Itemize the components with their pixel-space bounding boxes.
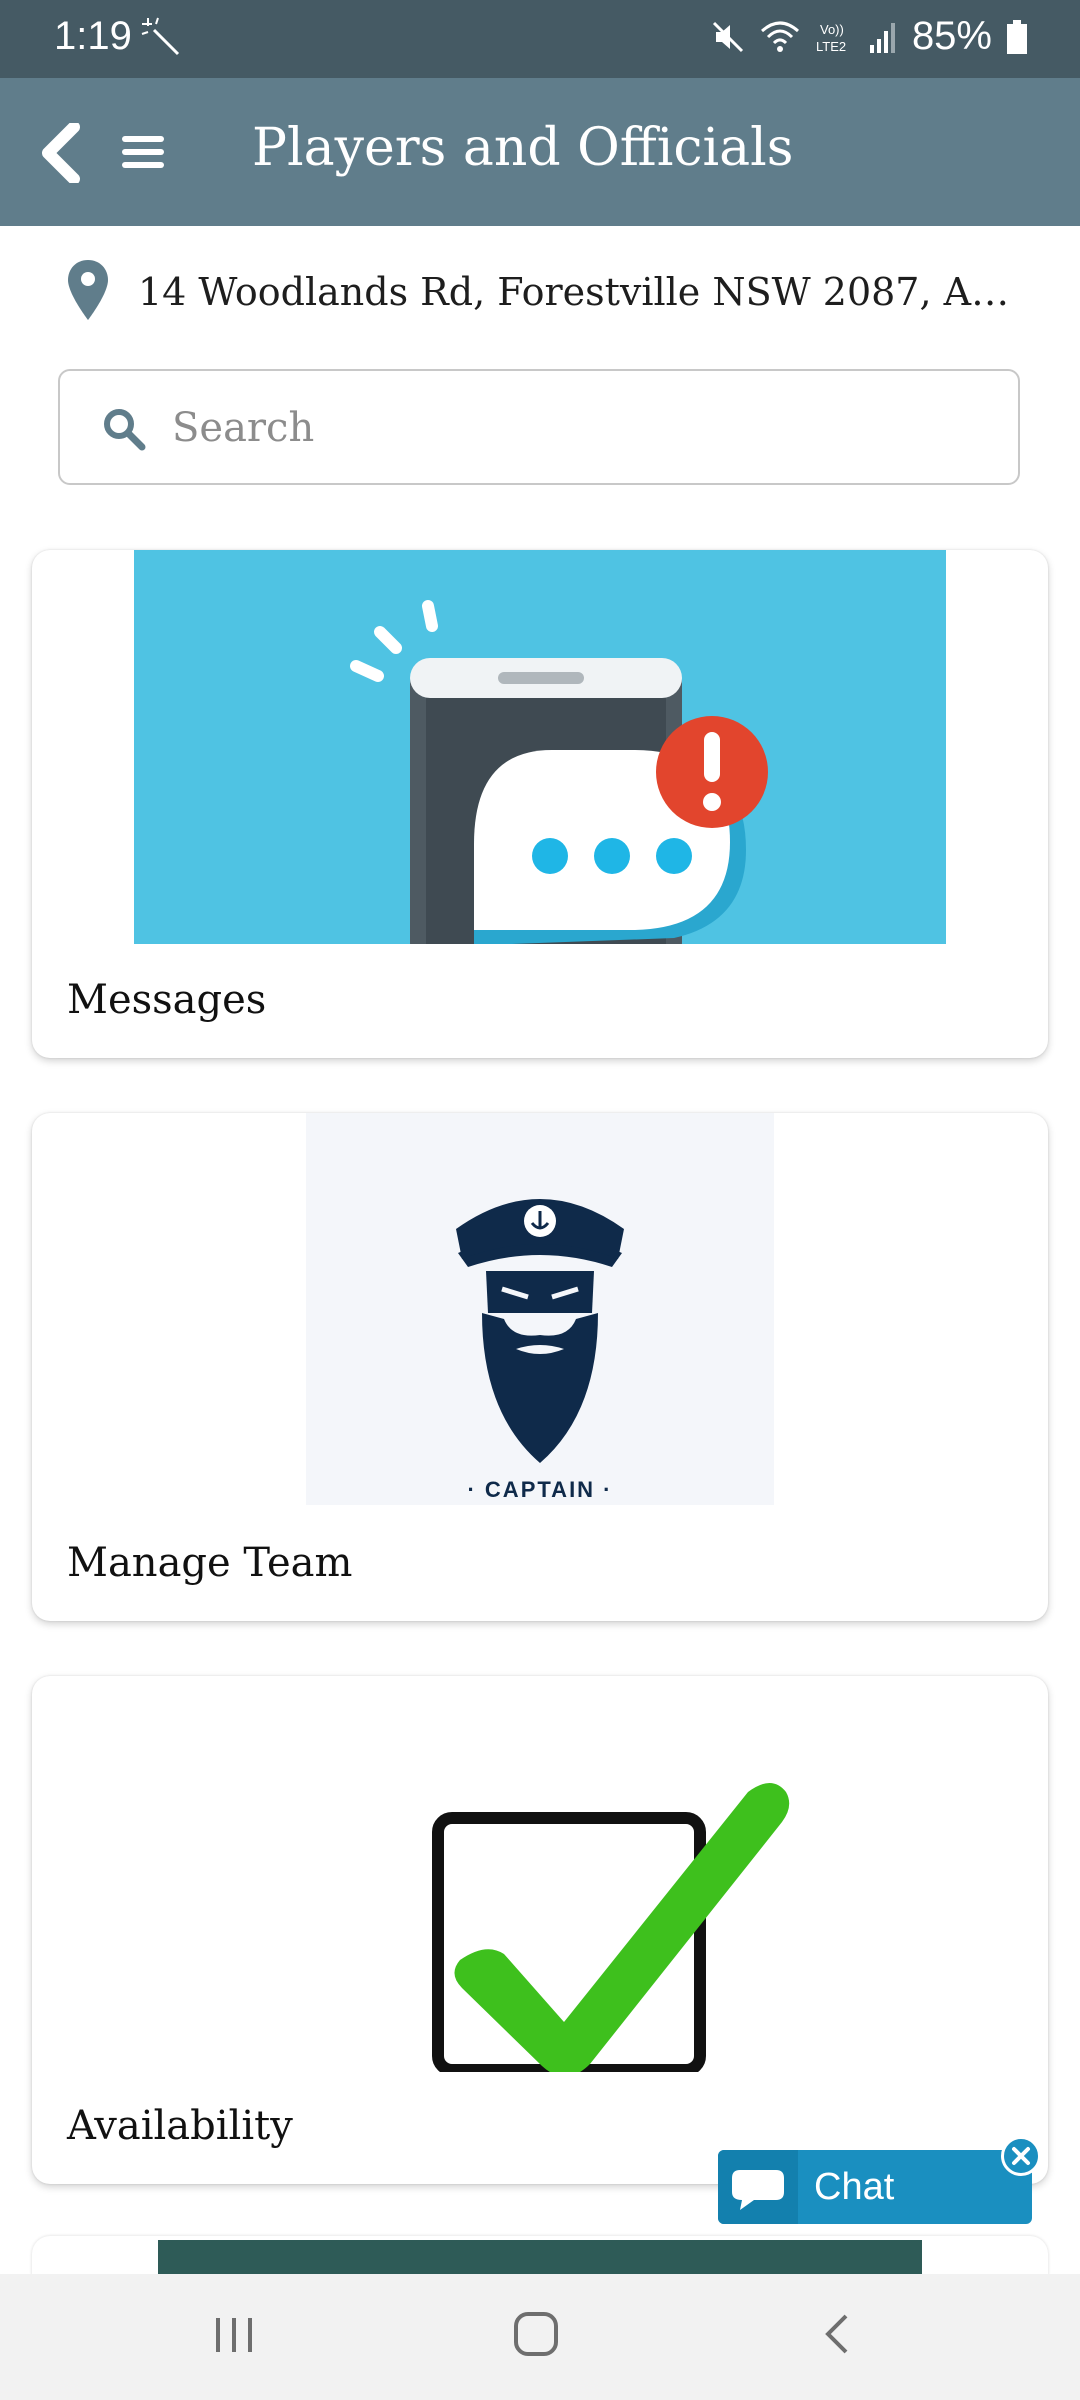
battery-percent: 85%	[911, 14, 992, 58]
svg-text:LTE2: LTE2	[816, 39, 846, 54]
status-icons: Vo)) LTE2 85%	[710, 14, 1028, 59]
magic-wand-icon	[141, 17, 180, 56]
back-chevron-icon[interactable]	[40, 123, 90, 183]
card-manage-team[interactable]: · CAPTAIN · Manage Team	[32, 1113, 1048, 1621]
wifi-icon	[760, 21, 799, 52]
back-icon[interactable]	[808, 2304, 868, 2364]
signal-icon	[869, 22, 895, 53]
mute-icon	[712, 21, 743, 52]
search-box[interactable]	[58, 369, 1020, 485]
card-label-availability: Availability	[67, 2103, 293, 2149]
checkbox-check-illustration	[432, 1783, 790, 2072]
card-availability[interactable]: Availability	[32, 1676, 1048, 2184]
location-address: 14 Woodlands Rd, Forestville NSW 2087, A…	[138, 270, 1018, 314]
app-bar: Players and Officials	[0, 78, 1080, 226]
volte-lte2-icon: Vo)) LTE2	[816, 22, 846, 54]
recent-apps-icon[interactable]	[204, 2304, 264, 2364]
card-messages[interactable]: Messages	[32, 550, 1048, 1058]
page-title: Players and Officials	[252, 118, 794, 178]
chat-bubble-icon	[718, 2150, 798, 2224]
card-label-messages: Messages	[67, 977, 267, 1023]
chat-close-button[interactable]	[1001, 2136, 1041, 2176]
battery-icon	[1007, 19, 1027, 54]
chat-button[interactable]: Chat	[718, 2150, 1032, 2224]
messages-illustration	[134, 550, 946, 944]
hamburger-menu-icon[interactable]	[120, 130, 166, 174]
status-bar: 1:19 Vo)) LTE2 85%	[0, 0, 1080, 78]
location-row[interactable]: 14 Woodlands Rd, Forestville NSW 2087, A…	[66, 258, 1026, 328]
close-icon	[1012, 2147, 1030, 2165]
search-icon	[104, 409, 146, 451]
status-time: 1:19	[54, 14, 132, 58]
card-partial-image	[158, 2240, 922, 2276]
svg-text:Vo)): Vo))	[820, 22, 844, 37]
search-input[interactable]	[170, 397, 994, 459]
chat-label: Chat	[814, 2166, 895, 2208]
system-nav-bar	[0, 2274, 1080, 2400]
location-pin-icon	[68, 260, 108, 320]
captain-logo-text: · CAPTAIN ·	[467, 1477, 612, 1502]
captain-logo-image: · CAPTAIN ·	[306, 1113, 774, 1505]
home-icon[interactable]	[506, 2304, 566, 2364]
card-label-manage-team: Manage Team	[67, 1540, 353, 1586]
